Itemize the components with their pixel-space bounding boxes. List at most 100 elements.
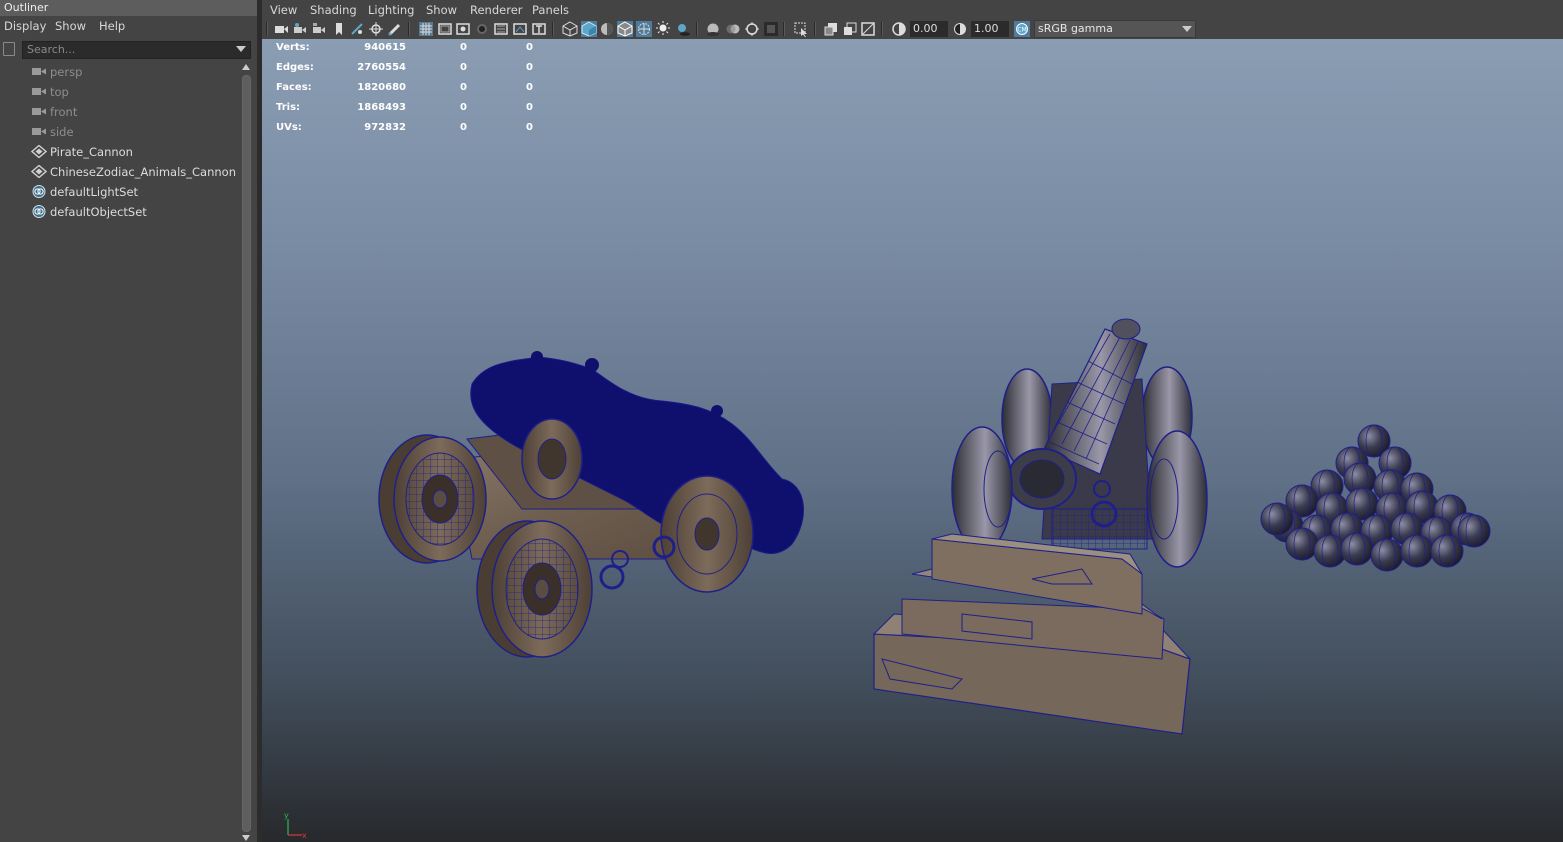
outliner-item-front[interactable]: front xyxy=(0,102,238,122)
film-gate-icon[interactable] xyxy=(437,21,453,37)
bookmark-icon[interactable] xyxy=(331,21,347,37)
scene-render[interactable] xyxy=(262,39,1563,842)
wheel xyxy=(378,434,487,564)
hud-value: 972832 xyxy=(364,122,406,133)
xray-joints-icon[interactable] xyxy=(823,21,839,37)
scroll-down-icon[interactable] xyxy=(242,835,250,841)
outliner-item-top[interactable]: top xyxy=(0,82,238,102)
hud-row: Tris: 1868493 0 0 xyxy=(276,100,536,120)
field-chart-icon[interactable] xyxy=(493,21,509,37)
hud-value: 0 xyxy=(526,102,533,113)
wireframe-on-shaded-icon[interactable] xyxy=(617,21,633,37)
isolate-select-icon[interactable] xyxy=(793,21,809,37)
search-input[interactable]: Search... xyxy=(22,41,251,59)
color-management-icon[interactable]: CM xyxy=(1014,21,1030,37)
filter-handle-icon[interactable] xyxy=(3,42,15,56)
outliner-item-label: ChineseZodiac_Animals_Cannon xyxy=(50,165,236,179)
toolbar-separator xyxy=(408,22,410,36)
hud-row: Faces: 1820680 0 0 xyxy=(276,80,536,100)
menu-renderer[interactable]: Renderer xyxy=(470,3,523,17)
camera-icon xyxy=(32,128,46,135)
cannonball-pile[interactable] xyxy=(1260,424,1491,572)
cannonball xyxy=(1285,527,1319,561)
hud-value: 0 xyxy=(526,82,533,93)
gate-mask-icon[interactable] xyxy=(474,21,490,37)
3d-viewport[interactable]: Verts: 940615 0 0 Edges: 2760554 0 0 Faces: 18206… xyxy=(262,39,1563,842)
backface-culling-icon[interactable] xyxy=(860,21,876,37)
exposure-field[interactable]: 0.00 xyxy=(910,21,948,37)
toolbar-separator xyxy=(696,22,698,36)
shadows-icon[interactable] xyxy=(675,21,691,37)
toolbar-separator xyxy=(814,22,816,36)
color-space-dropdown-icon[interactable] xyxy=(1182,26,1192,32)
outliner-item-label: side xyxy=(50,125,74,139)
gamma-field[interactable]: 1.00 xyxy=(971,21,1009,37)
camera-attributes-icon[interactable] xyxy=(292,21,308,37)
transform-group-icon xyxy=(31,145,47,158)
outliner-item-label: front xyxy=(50,105,78,119)
hud-value: 0 xyxy=(460,62,467,73)
color-space-select[interactable]: sRGB gamma xyxy=(1034,20,1196,38)
zodiac-cannon-model[interactable] xyxy=(872,318,1208,735)
menu-display[interactable]: Display xyxy=(4,19,46,33)
use-all-lights-icon[interactable] xyxy=(655,21,671,37)
gamma-icon[interactable] xyxy=(952,21,968,37)
grid-icon[interactable] xyxy=(418,21,434,37)
menu-view[interactable]: View xyxy=(270,3,297,17)
wheel xyxy=(476,520,593,658)
hud-value: 0 xyxy=(526,42,533,53)
hud-value: 0 xyxy=(460,42,467,53)
cannonball xyxy=(1340,532,1374,566)
xray-icon[interactable] xyxy=(636,21,652,37)
menu-panels[interactable]: Panels xyxy=(532,3,569,17)
outliner-item-defaultlightset[interactable]: defaultLightSet xyxy=(0,182,238,202)
motion-blur-icon[interactable] xyxy=(725,21,741,37)
search-dropdown-icon[interactable] xyxy=(236,46,246,52)
wireframe-icon[interactable] xyxy=(562,21,578,37)
outliner-scrollbar[interactable] xyxy=(241,62,252,842)
depth-of-field-icon[interactable] xyxy=(763,21,779,37)
default-material-icon[interactable] xyxy=(599,21,615,37)
2d-pan-zoom-icon[interactable] xyxy=(368,21,384,37)
safe-action-icon[interactable] xyxy=(512,21,528,37)
hud-row: Edges: 2760554 0 0 xyxy=(276,60,536,80)
menu-show[interactable]: Show xyxy=(55,19,86,33)
hud-value: 1868493 xyxy=(357,102,406,113)
hud-value: 0 xyxy=(460,102,467,113)
cannonball xyxy=(1430,534,1464,568)
exposure-icon[interactable] xyxy=(891,21,907,37)
smooth-shade-icon[interactable] xyxy=(581,21,597,37)
hud-value: 2760554 xyxy=(357,62,406,73)
outliner-item-persp[interactable]: persp xyxy=(0,62,238,82)
select-camera-icon[interactable] xyxy=(273,21,289,37)
outliner-item-defaultobjectset[interactable]: defaultObjectSet xyxy=(0,202,238,222)
hud-label: Verts: xyxy=(276,42,310,53)
outliner-item-label: top xyxy=(50,85,69,99)
grease-pencil-icon[interactable] xyxy=(387,21,403,37)
outliner-item-chinesezodiac-animals-cannon[interactable]: ChineseZodiac_Animals_Cannon xyxy=(0,162,238,182)
safe-title-icon[interactable] xyxy=(531,21,547,37)
menu-show[interactable]: Show xyxy=(426,3,457,17)
screen-space-ao-icon[interactable] xyxy=(705,21,721,37)
bookmark-camera-icon[interactable] xyxy=(311,21,327,37)
menu-lighting[interactable]: Lighting xyxy=(368,3,414,17)
xray-active-icon[interactable] xyxy=(842,21,858,37)
outliner-search-row: Search... xyxy=(0,40,257,60)
scroll-up-icon[interactable] xyxy=(242,64,250,70)
menu-shading[interactable]: Shading xyxy=(310,3,357,17)
toolbar-separator xyxy=(881,22,883,36)
transform-group-icon xyxy=(31,165,47,178)
resolution-gate-icon[interactable] xyxy=(455,21,471,37)
menu-help[interactable]: Help xyxy=(99,19,125,33)
image-plane-icon[interactable] xyxy=(349,21,365,37)
outliner-title: Outliner xyxy=(0,0,257,16)
axis-y-label: y xyxy=(284,811,289,820)
pirate-cannon-model[interactable] xyxy=(378,351,804,658)
hud-value: 940615 xyxy=(364,42,406,53)
scroll-thumb[interactable] xyxy=(242,75,251,832)
outliner-item-side[interactable]: side xyxy=(0,122,238,142)
outliner-item-pirate-cannon[interactable]: Pirate_Cannon xyxy=(0,142,238,162)
outliner-tree: persp top front side Pirate_Cannon ChineseZod… xyxy=(0,62,238,832)
viewport-menubar: View Shading Lighting Show Renderer Pane… xyxy=(262,0,1563,19)
antialiasing-icon[interactable] xyxy=(744,21,760,37)
